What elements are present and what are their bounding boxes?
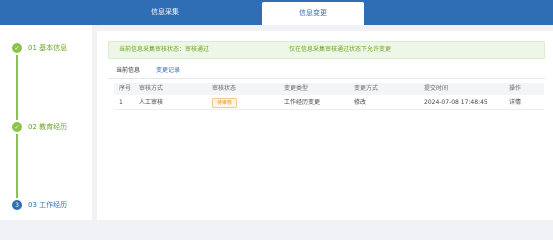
status-notice: 当前信息采集审核状态：审核通过 仅在信息采集审核通过状态下允许变更: [108, 41, 545, 59]
step-label: 03 工作经历: [28, 201, 68, 209]
tab-info-change[interactable]: 信息变更: [262, 2, 364, 25]
sidebar-step-work-experience[interactable]: 3 03 工作经历: [12, 199, 67, 211]
change-rule-text: 仅在信息采集审核通过状态下允许变更: [289, 46, 392, 53]
check-icon: ✓: [12, 43, 22, 53]
step-connector: [16, 134, 18, 198]
tab-current-info[interactable]: 当前信息: [116, 66, 140, 76]
cell-review-method: 人工审核: [139, 99, 164, 106]
header-index: 序号: [119, 85, 132, 92]
review-status-text: 当前信息采集审核状态：审核通过: [119, 46, 210, 53]
step-sidebar: ✓ 01 基本信息 ✓ 02 教育经历 3 03 工作经历: [0, 25, 92, 220]
top-nav-bar: 信息采集 信息变更: [0, 0, 553, 25]
header-submit-time: 提交时间: [424, 85, 449, 92]
step-number-badge: 3: [12, 200, 22, 210]
header-action: 操作: [509, 85, 522, 92]
step-label: 01 基本信息: [28, 44, 68, 52]
header-change-type: 变更类型: [284, 85, 309, 92]
tab-info-collect[interactable]: 信息采集: [120, 0, 210, 25]
sidebar-step-education[interactable]: ✓ 02 教育经历: [12, 121, 67, 133]
status-badge: 待审核: [212, 98, 238, 108]
divider: [108, 78, 545, 79]
tab-change-records[interactable]: 变更记录: [156, 66, 181, 79]
cell-change-mode: 修改: [354, 99, 367, 106]
header-review-method: 审核方式: [139, 85, 164, 92]
cell-change-type: 工作经历变更: [284, 99, 321, 106]
cell-index: 1: [119, 99, 123, 106]
sidebar-step-basic-info[interactable]: ✓ 01 基本信息: [12, 42, 67, 54]
main-panel: 当前信息采集审核状态：审核通过 仅在信息采集审核通过状态下允许变更 当前信息 变…: [97, 31, 553, 220]
table-header: 序号 审核方式 审核状态 变更类型 变更方式 提交时间 操作: [114, 83, 544, 95]
tab-label: 变更记录: [156, 67, 181, 74]
header-review-status: 审核状态: [212, 85, 237, 92]
table-row: 1 人工审核 待审核 工作经历变更 修改 2024-07-08 17:48:45…: [114, 95, 544, 110]
cell-submit-time: 2024-07-08 17:48:45: [424, 99, 488, 106]
step-label: 02 教育经历: [28, 123, 68, 131]
header-change-mode: 变更方式: [354, 85, 379, 92]
cell-review-status: 待审核: [212, 95, 238, 110]
check-icon: ✓: [12, 122, 22, 132]
step-connector: [16, 55, 18, 120]
change-records-table: 序号 审核方式 审核状态 变更类型 变更方式 提交时间 操作 1 人工审核 待审…: [114, 83, 544, 110]
details-link[interactable]: 详情: [509, 95, 521, 110]
